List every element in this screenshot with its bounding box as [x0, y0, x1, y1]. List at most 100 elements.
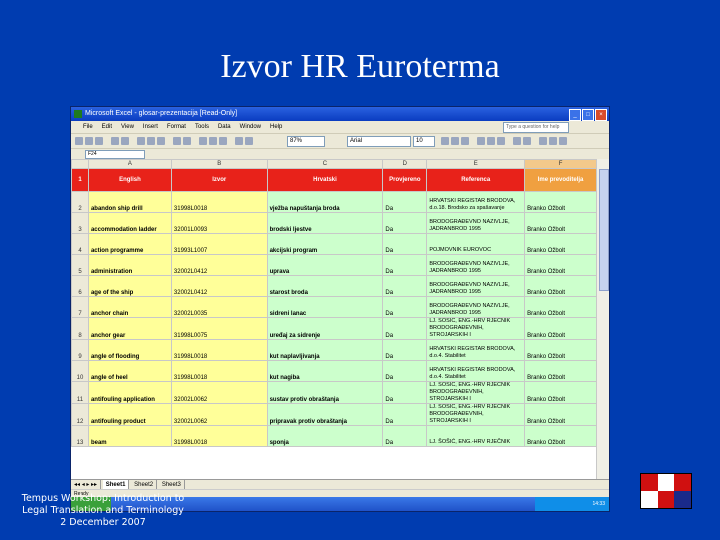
drawing-icon[interactable]: [245, 137, 253, 145]
cell-referenca[interactable]: BRODOGRAĐEVNO NAZIVLJE, JADRANBROD 1995: [426, 275, 526, 297]
font-size-select[interactable]: 10: [413, 136, 435, 147]
cell-hrvatski[interactable]: akcijski program: [266, 233, 384, 255]
cell-hrvatski[interactable]: kut naplavljivanja: [266, 339, 384, 361]
cell-referenca[interactable]: BRODOGRAĐEVNO NAZIVLJE, JADRANBROD 1995: [426, 212, 526, 234]
cell-izvor[interactable]: 31998L0018: [170, 191, 268, 213]
cell-provjereno[interactable]: Da: [382, 425, 428, 447]
cell-english[interactable]: abandon ship drill: [87, 191, 172, 213]
row-header[interactable]: 9: [71, 339, 89, 361]
cell-prevoditelj[interactable]: Branko Ožbolt: [524, 191, 597, 213]
zoom-select[interactable]: 87%: [287, 136, 325, 147]
header-cell-hrvatski[interactable]: Hrvatski: [266, 168, 384, 192]
cell-hrvatski[interactable]: starost broda: [266, 275, 384, 297]
cell-referenca[interactable]: HRVATSKI REGISTAR BRODOVA, d.o.4. Stabil…: [426, 339, 526, 361]
column-header-d[interactable]: D: [382, 159, 428, 169]
cell-provjereno[interactable]: Da: [382, 275, 428, 297]
row-header[interactable]: 3: [71, 212, 89, 234]
bold-icon[interactable]: [441, 137, 449, 145]
preview-icon[interactable]: [121, 137, 129, 145]
row-header[interactable]: 11: [71, 381, 89, 404]
cell-izvor[interactable]: 32002L0062: [170, 403, 268, 426]
cell-izvor[interactable]: 31993L1007: [170, 233, 268, 255]
cell-provjereno[interactable]: Da: [382, 360, 428, 382]
minimize-icon[interactable]: _: [569, 109, 581, 121]
cell-prevoditelj[interactable]: Branko Ožbolt: [524, 254, 597, 276]
cell-english[interactable]: anchor gear: [87, 317, 172, 340]
print-icon[interactable]: [111, 137, 119, 145]
cell-referenca[interactable]: LJ. ŠOŠIĆ, ENG.-HRV RJEČNIK BRODOGRAĐEVN…: [426, 403, 526, 426]
cell-prevoditelj[interactable]: Branko Ožbolt: [524, 296, 597, 318]
cell-provjereno[interactable]: Da: [382, 191, 428, 213]
cell-referenca[interactable]: HRVATSKI REGISTAR BRODOVA, d.o.18. Brods…: [426, 191, 526, 213]
cell-prevoditelj[interactable]: Branko Ožbolt: [524, 339, 597, 361]
align-center-icon[interactable]: [487, 137, 495, 145]
cell-prevoditelj[interactable]: Branko Ožbolt: [524, 275, 597, 297]
chart-icon[interactable]: [235, 137, 243, 145]
row-header[interactable]: 13: [71, 425, 89, 447]
cell-referenca[interactable]: BRODOGRAĐEVNO NAZIVLJE, JADRANBROD 1995: [426, 254, 526, 276]
sum-icon[interactable]: [199, 137, 207, 145]
cell-english[interactable]: angle of flooding: [87, 339, 172, 361]
cell-provjereno[interactable]: Da: [382, 212, 428, 234]
cell-referenca[interactable]: LJ. ŠOŠIĆ, ENG.-HRV RJEČNIK BRODOGRAĐEVN…: [426, 381, 526, 404]
percent-icon[interactable]: [523, 137, 531, 145]
menu-file[interactable]: File: [83, 121, 93, 133]
cell-english[interactable]: accommodation ladder: [87, 212, 172, 234]
cell-english[interactable]: angle of heel: [87, 360, 172, 382]
cell-provjereno[interactable]: Da: [382, 254, 428, 276]
cell-izvor[interactable]: 32002L0035: [170, 296, 268, 318]
row-header[interactable]: 7: [71, 296, 89, 318]
cell-hrvatski[interactable]: sidreni lanac: [266, 296, 384, 318]
cell-provjereno[interactable]: Da: [382, 296, 428, 318]
header-cell-prevoditelj[interactable]: Ime prevoditelja: [524, 168, 597, 192]
row-header[interactable]: 5: [71, 254, 89, 276]
cell-izvor[interactable]: 31998L0075: [170, 317, 268, 340]
borders-icon[interactable]: [539, 137, 547, 145]
menu-tools[interactable]: Tools: [195, 121, 209, 133]
italic-icon[interactable]: [451, 137, 459, 145]
cell-izvor[interactable]: 31998L0018: [170, 425, 268, 447]
copy-icon[interactable]: [147, 137, 155, 145]
cut-icon[interactable]: [137, 137, 145, 145]
menu-help[interactable]: Help: [270, 121, 282, 133]
save-icon[interactable]: [95, 137, 103, 145]
cell-referenca[interactable]: LJ. ŠOŠIĆ, ENG.-HRV RJEČNIK BRODOGRAĐEVN…: [426, 317, 526, 340]
font-name-select[interactable]: Arial: [347, 136, 411, 147]
font-color-icon[interactable]: [559, 137, 567, 145]
cell-izvor[interactable]: 32002L0412: [170, 254, 268, 276]
row-header[interactable]: 12: [71, 403, 89, 426]
currency-icon[interactable]: [513, 137, 521, 145]
menu-view[interactable]: View: [121, 121, 134, 133]
fill-color-icon[interactable]: [549, 137, 557, 145]
header-cell-izvor[interactable]: Izvor: [170, 168, 268, 192]
undo-icon[interactable]: [173, 137, 181, 145]
cell-prevoditelj[interactable]: Branko Ožbolt: [524, 381, 597, 404]
cell-prevoditelj[interactable]: Branko Ožbolt: [524, 403, 597, 426]
menu-data[interactable]: Data: [218, 121, 231, 133]
name-box[interactable]: F24: [85, 150, 145, 159]
cell-izvor[interactable]: 32002L0412: [170, 275, 268, 297]
ask-question-input[interactable]: Type a question for help: [503, 122, 569, 133]
header-cell-referenca[interactable]: Referenca: [426, 168, 526, 192]
cell-hrvatski[interactable]: sustav protiv obraštanja: [266, 381, 384, 404]
cell-hrvatski[interactable]: pripravak protiv obraštanja: [266, 403, 384, 426]
cell-provjereno[interactable]: Da: [382, 233, 428, 255]
cell-english[interactable]: antifouling product: [87, 403, 172, 426]
cell-provjereno[interactable]: Da: [382, 381, 428, 404]
column-header-f[interactable]: F: [524, 159, 597, 169]
cell-izvor[interactable]: 31998L0018: [170, 360, 268, 382]
column-header-c[interactable]: C: [266, 159, 384, 169]
cell-hrvatski[interactable]: vježba napuštanja broda: [266, 191, 384, 213]
open-icon[interactable]: [85, 137, 93, 145]
cell-prevoditelj[interactable]: Branko Ožbolt: [524, 317, 597, 340]
cell-provjereno[interactable]: Da: [382, 403, 428, 426]
cell-hrvatski[interactable]: kut nagiba: [266, 360, 384, 382]
column-header-a[interactable]: A: [87, 159, 172, 169]
row-header[interactable]: 2: [71, 191, 89, 213]
cell-english[interactable]: age of the ship: [87, 275, 172, 297]
cell-izvor[interactable]: 32001L0093: [170, 212, 268, 234]
menu-window[interactable]: Window: [240, 121, 261, 133]
header-cell-english[interactable]: English: [87, 168, 172, 192]
cell-prevoditelj[interactable]: Branko Ožbolt: [524, 212, 597, 234]
row-header[interactable]: 6: [71, 275, 89, 297]
